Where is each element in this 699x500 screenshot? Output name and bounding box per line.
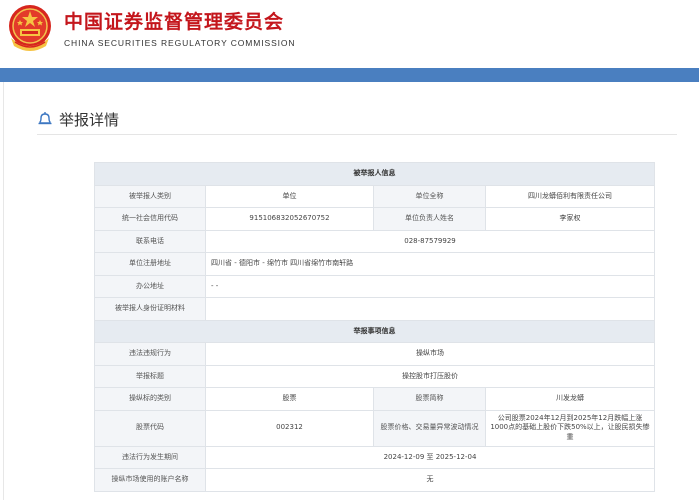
field-label: 举报标题	[94, 364, 206, 388]
field-value: 李家权	[485, 207, 655, 231]
field-label: 操纵市场使用的账户名称	[94, 468, 206, 492]
field-value: 公司股票2024年12月到2025年12月跌幅上涨1000点的基础上股价下跌50…	[485, 409, 655, 447]
field-label: 股票代码	[94, 409, 206, 447]
section-title: 举报事项信息	[94, 319, 655, 343]
org-name-cn: 中国证券监督管理委员会	[64, 11, 285, 33]
field-label: 股票简称	[373, 387, 486, 411]
field-value: 四川省 - 德阳市 - 绵竹市 四川省绵竹市南轩路	[205, 252, 655, 276]
table-row: 被举报人类别 单位 单位全称 四川龙蟒佰利有限责任公司	[94, 184, 655, 208]
field-label: 联系电话	[94, 229, 206, 253]
page-title: 举报详情	[59, 110, 120, 129]
table-row: 操纵标的类别 股票 股票简称 川发龙蟒	[94, 387, 655, 411]
field-label: 单位注册地址	[94, 252, 206, 276]
field-value: 2024-12-09 至 2025-12-04	[205, 445, 655, 469]
field-label: 被举报人类别	[94, 184, 206, 208]
site-header: 中国证券监督管理委员会 CHINA SECURITIES REGULATORY …	[0, 0, 699, 68]
section-reported-party: 被举报人信息	[94, 162, 655, 186]
report-detail-table: 被举报人信息 被举报人类别 单位 单位全称 四川龙蟒佰利有限责任公司 统一社会信…	[94, 162, 655, 492]
bell-icon	[38, 112, 52, 125]
table-row: 违法违规行为 操纵市场	[94, 342, 655, 366]
table-row: 操纵市场使用的账户名称 无	[94, 468, 655, 492]
table-row: 联系电话 028-87579929	[94, 229, 655, 253]
section-title: 被举报人信息	[94, 162, 655, 186]
field-label: 操纵标的类别	[94, 387, 206, 411]
table-row: 办公地址 - -	[94, 274, 655, 298]
table-row: 统一社会信用代码 91510683205267075​2 单位负责人姓名 李家权	[94, 207, 655, 231]
field-label: 违法违规行为	[94, 342, 206, 366]
field-value: 操纵市场	[205, 342, 655, 366]
field-value: 无	[205, 468, 655, 492]
heading-divider	[37, 134, 677, 135]
table-row: 举报标题 操控股市打压股价	[94, 364, 655, 388]
table-row: 单位注册地址 四川省 - 德阳市 - 绵竹市 四川省绵竹市南轩路	[94, 252, 655, 276]
field-value: - -	[205, 274, 655, 298]
field-value: 操控股市打压股价	[205, 364, 655, 388]
section-report-matter: 举报事项信息	[94, 319, 655, 343]
field-value: 002312	[205, 409, 374, 447]
nav-bar	[0, 68, 699, 82]
field-label: 被举报人身份证明材料	[94, 297, 206, 321]
national-emblem-icon	[9, 5, 51, 51]
field-label: 单位负责人姓名	[373, 207, 486, 231]
table-row: 违法行为发生期间 2024-12-09 至 2025-12-04	[94, 445, 655, 469]
page-heading: 举报详情	[37, 108, 119, 130]
field-label: 违法行为发生期间	[94, 445, 206, 469]
field-value: 股票	[205, 387, 374, 411]
table-row: 被举报人身份证明材料	[94, 297, 655, 321]
org-name-en: CHINA SECURITIES REGULATORY COMMISSION	[64, 38, 296, 48]
field-value: 028-87579929	[205, 229, 655, 253]
field-label: 办公地址	[94, 274, 206, 298]
field-label: 股票价格、交易量异常波动情况	[373, 409, 486, 447]
field-value: 单位	[205, 184, 374, 208]
field-value: 四川龙蟒佰利有限责任公司	[485, 184, 655, 208]
field-label: 单位全称	[373, 184, 486, 208]
field-value: 91510683205267075​2	[205, 207, 374, 231]
table-row: 股票代码 002312 股票价格、交易量异常波动情况 公司股票2024年12月到…	[94, 409, 655, 447]
field-label: 统一社会信用代码	[94, 207, 206, 231]
field-value: 川发龙蟒	[485, 387, 655, 411]
field-value	[205, 297, 655, 321]
